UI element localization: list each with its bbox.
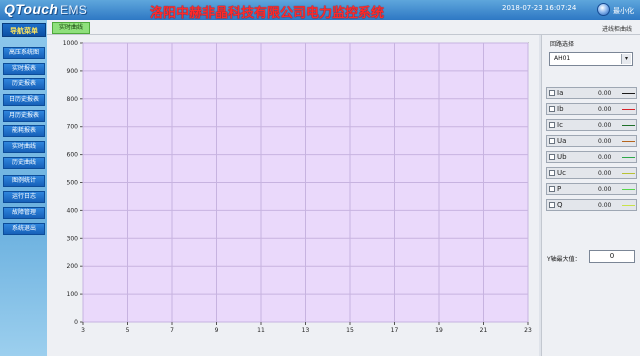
y-tick-label: 1000 — [63, 40, 78, 47]
nav-item-exit[interactable]: 系统退出 — [3, 223, 45, 235]
y-tick-label: 0 — [74, 319, 78, 326]
minimize-button[interactable]: 最小化 — [597, 3, 637, 17]
logo-main: QTouch — [4, 1, 59, 17]
minimize-icon — [597, 3, 610, 16]
x-tick-label: 21 — [480, 327, 488, 334]
signal-row-ib: Ib 0.00 — [546, 103, 637, 115]
signal-value: 0.00 — [598, 106, 612, 113]
signal-value: 0.00 — [598, 122, 612, 129]
signal-value: 0.00 — [598, 186, 612, 193]
y-axis-max-input[interactable]: 0 — [589, 250, 635, 263]
signal-name: Ub — [557, 153, 567, 161]
signal-name: Ib — [557, 105, 564, 113]
nav-item-run-log[interactable]: 运行日志 — [3, 191, 45, 203]
signal-name: Ia — [557, 89, 564, 97]
x-tick-label: 19 — [435, 327, 443, 334]
signal-value: 0.00 — [598, 138, 612, 145]
signal-color-line — [622, 109, 635, 110]
datetime-display: 2018-07-23 16:07:24 — [502, 4, 577, 12]
route-selected-value: AH01 — [554, 55, 571, 62]
nav-item-fault-mgmt[interactable]: 故障管理 — [3, 207, 45, 219]
signal-value: 0.00 — [598, 170, 612, 177]
nav-item-high-voltage-diagram[interactable]: 高压系统图 — [3, 47, 45, 59]
y-tick-label: 400 — [67, 207, 79, 214]
signal-name: P — [557, 185, 562, 193]
chart-area: 0 100 200 300 400 500 600 700 800 900 1000 3 5 7 9 11 13… — [47, 35, 539, 356]
x-tick-label: 5 — [126, 327, 130, 334]
system-title: 洛阳中赫非晶科技有限公司电力监控系统 — [150, 6, 385, 21]
nav-item-monthly-report[interactable]: 月历史报表 — [3, 110, 45, 122]
signal-color-line — [622, 173, 635, 174]
signal-row-ic: Ic 0.00 — [546, 119, 637, 131]
signal-name: Q — [557, 201, 563, 209]
signal-checkbox[interactable] — [549, 202, 555, 208]
y-tick-label: 200 — [67, 263, 79, 270]
tab-bar: 实时曲线 进线柜曲线 — [47, 20, 640, 35]
signal-color-line — [622, 93, 635, 94]
nav-item-history-report[interactable]: 历史报表 — [3, 78, 45, 90]
signal-checkbox[interactable] — [549, 186, 555, 192]
x-tick-label: 9 — [215, 327, 219, 334]
x-tick-label: 11 — [257, 327, 265, 334]
signal-checkbox[interactable] — [549, 138, 555, 144]
signal-value: 0.00 — [598, 154, 612, 161]
x-tick-label: 23 — [524, 327, 532, 334]
x-tick-label: 15 — [346, 327, 354, 334]
signal-checkbox[interactable] — [549, 122, 555, 128]
nav-item-daily-report[interactable]: 日历史报表 — [3, 94, 45, 106]
dropdown-arrow-icon: ▾ — [621, 54, 631, 64]
y-tick-label: 700 — [67, 124, 79, 131]
nav-item-legend-stats[interactable]: 图例统计 — [3, 175, 45, 187]
signal-name: Uc — [557, 169, 566, 177]
signal-value: 0.00 — [598, 90, 612, 97]
y-axis-max-label: Y轴最大值： — [547, 256, 581, 263]
signal-name: Ic — [557, 121, 563, 129]
route-select-label: 回路选择 — [550, 41, 575, 48]
y-tick-label: 100 — [67, 291, 79, 298]
nav-item-history-curve[interactable]: 历史曲线 — [3, 157, 45, 169]
incoming-cabinet-label: 进线柜曲线 — [601, 26, 632, 33]
signal-checkbox[interactable] — [549, 106, 555, 112]
nav-item-realtime-curve[interactable]: 实时曲线 — [3, 141, 45, 153]
y-tick-label: 800 — [67, 96, 79, 103]
tab-realtime-curve[interactable]: 实时曲线 — [52, 22, 90, 34]
signal-value: 0.00 — [598, 202, 612, 209]
signal-row-ua: Ua 0.00 — [546, 135, 637, 147]
signal-color-line — [622, 141, 635, 142]
app-logo: QTouch EMS — [4, 1, 87, 17]
y-tick-label: 900 — [67, 68, 79, 75]
signal-checkbox[interactable] — [549, 90, 555, 96]
y-tick-label: 600 — [67, 152, 79, 159]
y-tick-label: 500 — [67, 180, 79, 187]
signal-row-q: Q 0.00 — [546, 199, 637, 211]
nav-item-energy-report[interactable]: 能耗报表 — [3, 125, 45, 137]
title-bar: QTouch EMS 洛阳中赫非晶科技有限公司电力监控系统 2018-07-23 … — [0, 0, 640, 21]
minimize-label: 最小化 — [613, 7, 634, 15]
signal-color-line — [622, 189, 635, 190]
nav-header: 导航菜单 — [2, 23, 46, 37]
signal-row-uc: Uc 0.00 — [546, 167, 637, 179]
signal-name: Ua — [557, 137, 567, 145]
signal-color-line — [622, 125, 635, 126]
signal-checkbox[interactable] — [549, 154, 555, 160]
x-tick-label: 7 — [170, 327, 174, 334]
signal-row-ia: Ia 0.00 — [546, 87, 637, 99]
route-dropdown[interactable]: AH01 ▾ — [549, 52, 633, 66]
logo-sub: EMS — [60, 3, 88, 17]
nav-item-realtime-report[interactable]: 实时报表 — [3, 63, 45, 75]
nav-sidebar: 导航菜单 高压系统图 实时报表 历史报表 日历史报表 月历史报表 能耗报表 实时… — [0, 20, 47, 356]
signal-color-line — [622, 157, 635, 158]
y-tick-label: 300 — [67, 235, 79, 242]
signal-checkbox[interactable] — [549, 170, 555, 176]
signal-color-line — [622, 205, 635, 206]
right-panel: 回路选择 AH01 ▾ Ia 0.00 Ib 0.00 Ic 0.00 Ua 0… — [541, 35, 640, 356]
signal-row-ub: Ub 0.00 — [546, 151, 637, 163]
x-tick-label: 17 — [391, 327, 399, 334]
realtime-chart: 0 100 200 300 400 500 600 700 800 900 1000 3 5 7 9 11 13… — [63, 40, 532, 334]
x-tick-label: 3 — [81, 327, 85, 334]
signal-row-p: P 0.00 — [546, 183, 637, 195]
x-tick-label: 13 — [302, 327, 310, 334]
